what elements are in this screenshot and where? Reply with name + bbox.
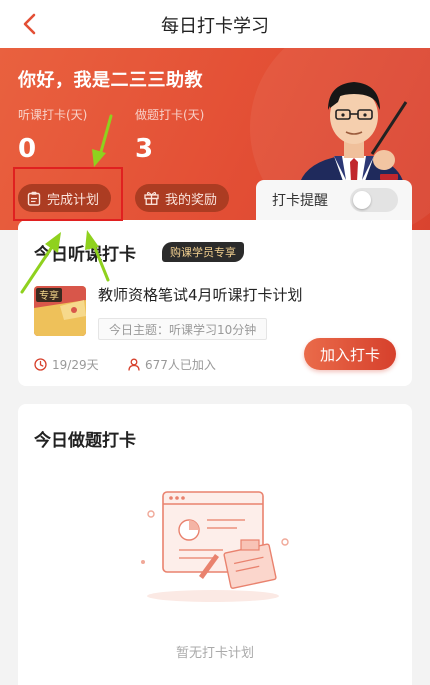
- thumb-tag-text: 专享: [39, 289, 59, 302]
- listen-days-label: 听课打卡(天): [18, 108, 88, 122]
- empty-state-text: 暂无打卡计划: [175, 646, 254, 661]
- practice-days-value: 3: [135, 134, 154, 164]
- progress-text: 19/29天: [52, 358, 99, 372]
- join-checkin-button[interactable]: 加入打卡: [304, 338, 396, 370]
- gift-icon: [144, 191, 159, 205]
- reminder-toggle[interactable]: [350, 188, 398, 212]
- plan-thumbnail-art: 专享: [34, 286, 86, 336]
- plan-title[interactable]: 教师资格笔试4月听课打卡计划: [98, 284, 303, 305]
- listen-card-title: 今日听课打卡: [34, 245, 136, 265]
- person-icon: [128, 358, 140, 371]
- topic-chip: 今日主题：听课学习10分钟: [98, 318, 268, 340]
- reminder-tab: 打卡提醒: [256, 180, 412, 220]
- practice-checkin-card: 今日做题打卡 暂无打卡计划: [18, 404, 412, 685]
- joined-meta: 677人已加入: [128, 356, 216, 373]
- practice-days-label: 做题打卡(天): [135, 108, 205, 122]
- reminder-label: 打卡提醒: [272, 193, 328, 209]
- my-rewards-label: 我的奖励: [165, 192, 218, 208]
- progress-meta: 19/29天: [34, 356, 99, 373]
- highlight-annotation-box: [13, 167, 123, 221]
- listen-checkin-card: 今日听课打卡 购课学员专享 专享 教师资格笔试4月听课打卡计划 今日主题：听课学…: [18, 220, 412, 386]
- listen-days-value: 0: [18, 134, 37, 164]
- joined-count-text: 677人已加入: [145, 358, 216, 372]
- toggle-knob: [353, 191, 371, 209]
- top-nav-bar: 每日打卡学习: [0, 0, 430, 48]
- my-rewards-button[interactable]: 我的奖励: [135, 184, 230, 212]
- greeting-text: 你好，我是二三三助教: [18, 70, 203, 91]
- clock-icon: [34, 358, 47, 371]
- plan-thumbnail[interactable]: 专享: [34, 286, 86, 336]
- empty-state-illustration: [141, 491, 289, 602]
- practice-card-title: 今日做题打卡: [34, 431, 136, 451]
- page-title: 每日打卡学习: [161, 16, 269, 37]
- exclusive-badge: 购课学员专享: [162, 242, 244, 262]
